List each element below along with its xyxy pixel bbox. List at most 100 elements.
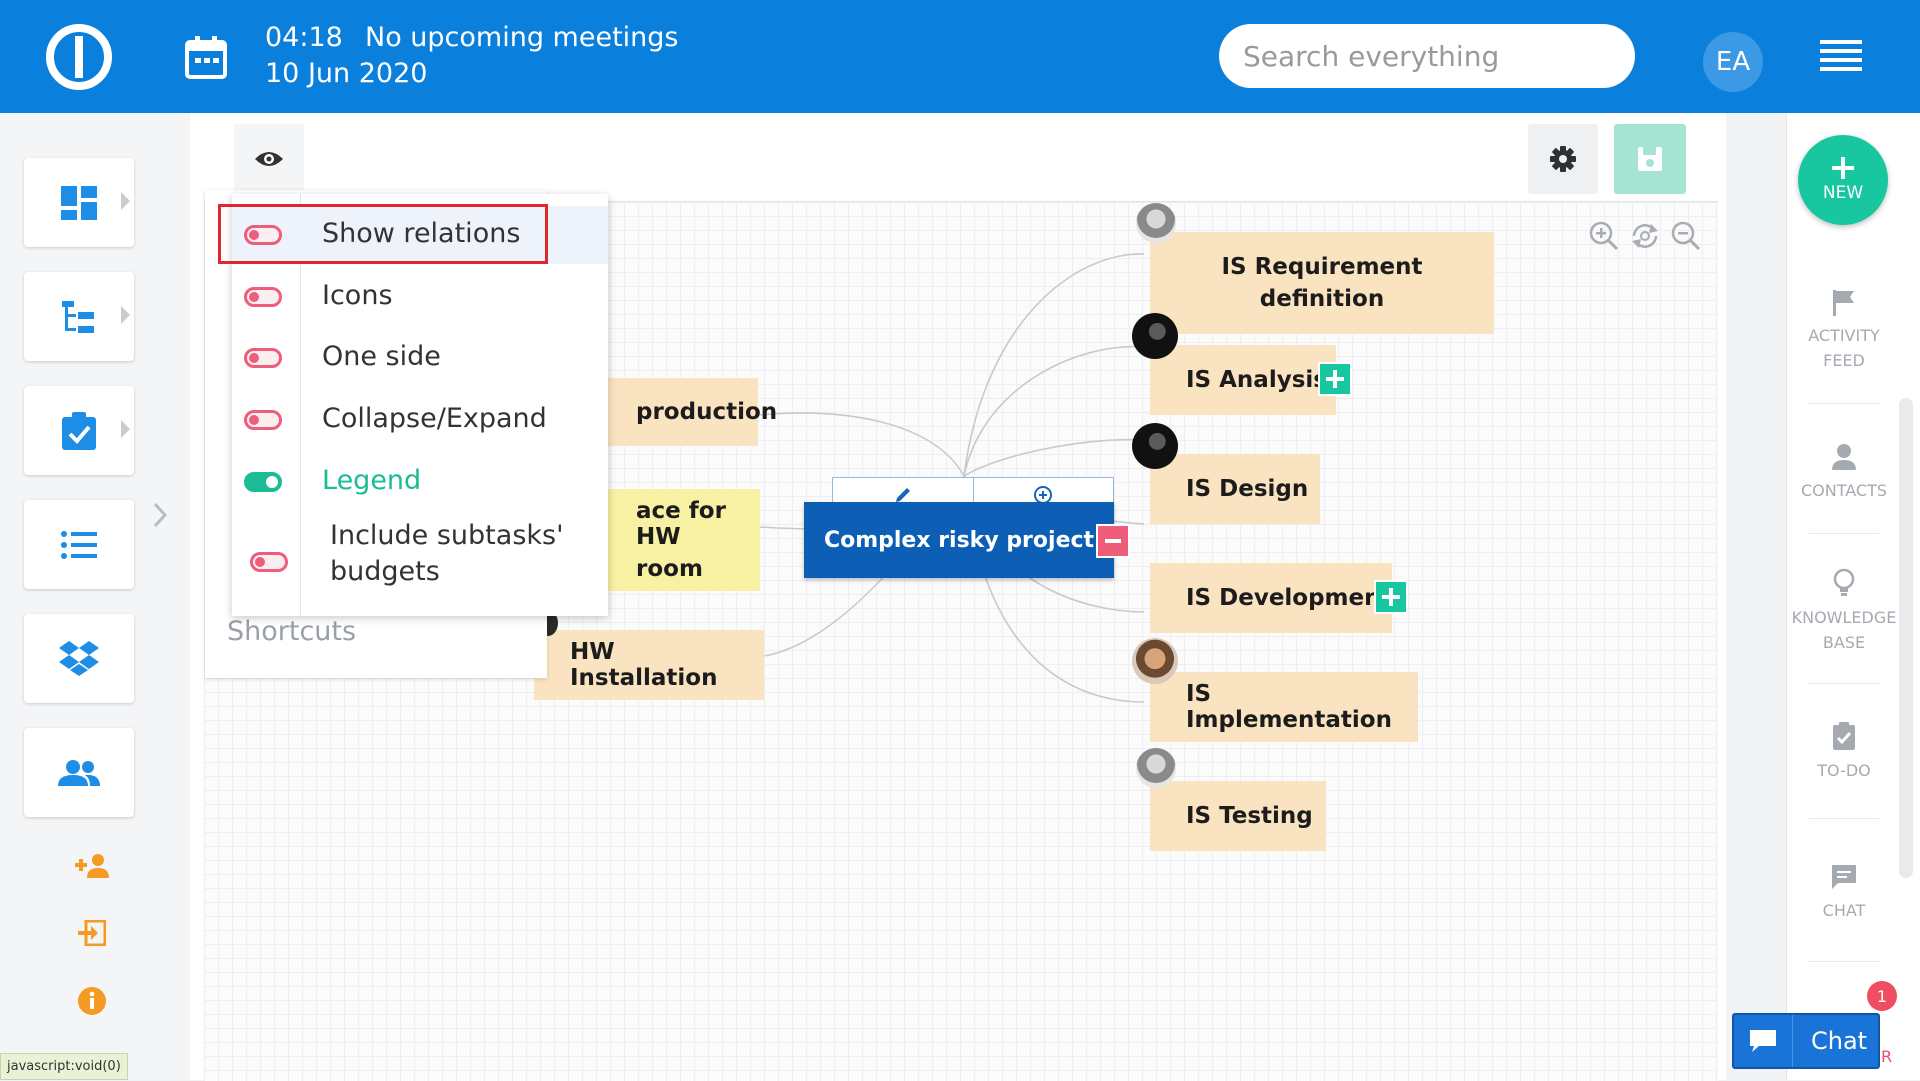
chat-widget-label: Chat [1811,1027,1868,1055]
option-icons[interactable]: Icons [232,268,608,326]
status-bar-text: javascript:void(0) [7,1059,121,1074]
user-avatar[interactable]: EA [1703,32,1763,92]
sidebar-list-button[interactable] [24,500,134,589]
option-legend[interactable]: Legend [232,453,608,511]
expand-is-development-button[interactable] [1374,580,1408,614]
knowledge-base-label-1: KNOWLEDGE [1791,608,1897,627]
option-label: One side [322,341,441,372]
hamburger-menu-icon[interactable] [1820,40,1862,72]
node-label: IS Implementation [1186,681,1392,733]
expand-is-analysis-button[interactable] [1318,362,1352,396]
settings-button[interactable] [1528,124,1598,194]
sidebar-scrollbar[interactable] [1899,398,1913,878]
todo-button[interactable]: TO-DO [1787,721,1901,783]
reset-zoom-icon[interactable] [1628,220,1662,257]
plus-icon [1832,157,1854,179]
new-button[interactable]: NEW [1798,135,1888,225]
contacts-button[interactable]: CONTACTS [1787,443,1901,503]
login-icon[interactable] [72,913,112,953]
node-label: IS Testing [1186,803,1313,829]
toggle-switch[interactable] [244,287,282,307]
shortcuts-label[interactable]: Shortcuts [227,616,356,647]
node-label: HW Installation [570,639,718,691]
eye-icon [255,152,283,166]
option-collapse-expand[interactable]: Collapse/Expand [232,391,608,449]
sidebar-hierarchy-button[interactable] [24,272,134,361]
add-user-icon[interactable] [72,846,112,886]
activity-feed-label-2: FEED [1823,351,1865,370]
mindmap-node-hw-installation[interactable]: HW Installation [534,630,764,700]
users-group-icon [58,759,100,786]
tree-structure-icon [62,300,94,333]
clipboard-check-icon [62,411,96,450]
mindmap-node-is-design[interactable]: IS Design [1150,454,1320,524]
chat-label: CHAT [1822,901,1866,920]
toggle-switch[interactable] [244,472,282,492]
search-input[interactable] [1219,24,1635,88]
mindmap-center-node[interactable]: Complex risky project [804,502,1114,578]
sidebar-tasks-button[interactable] [24,386,134,475]
knowledge-base-button[interactable]: KNOWLEDGE BASE [1787,568,1901,655]
sidebar-separator [1809,533,1879,534]
clock-time: 04:18 [265,22,343,53]
activity-feed-label-1: ACTIVITY [1808,326,1880,345]
mindmap-node-is-requirement[interactable]: IS Requirement definition [1150,232,1494,334]
upcoming-meetings[interactable]: No upcoming meetings [365,22,678,53]
knowledge-base-label-2: BASE [1822,633,1866,652]
chat-sidebar-button[interactable]: CHAT [1787,863,1901,923]
sidebar-separator [1809,961,1879,962]
highlight-box [218,204,548,264]
expand-sidebar-icon[interactable] [150,500,170,530]
gear-icon [1550,146,1576,172]
info-icon[interactable] [72,981,112,1021]
clipboard-check-icon [1833,722,1855,750]
view-options-button[interactable] [234,124,304,194]
option-label: Collapse/Expand [322,403,547,434]
assignee-avatar [1132,423,1178,469]
option-label-line2: budgets [330,556,440,587]
lightbulb-icon [1833,568,1855,596]
view-options-dropdown: Show relations Icons One side Collapse/E… [218,194,608,616]
activity-feed-button[interactable]: ACTIVITY FEED [1787,288,1901,373]
sidebar-dropbox-button[interactable] [24,614,134,703]
mindmap-node-is-implementation[interactable]: IS Implementation [1150,672,1418,742]
right-sidebar: NEW ACTIVITY FEED CONTACTS KNOWLEDGE BAS… [1786,113,1920,1080]
zoom-out-icon[interactable] [1670,220,1702,257]
option-include-subtasks-budgets[interactable]: Include subtasks' budgets [232,516,608,608]
sidebar-separator [1809,683,1879,684]
option-label: Icons [322,280,393,311]
node-label-line1: IS Requirement [1221,254,1423,280]
node-label: production [636,399,778,425]
chat-widget-button[interactable]: Chat [1732,1013,1880,1069]
toggle-switch[interactable] [250,552,288,572]
dropbox-icon [59,640,99,676]
sidebar-dashboard-button[interactable] [24,158,134,247]
node-label: IS Development [1186,585,1392,611]
node-label-line2: room [636,556,703,582]
zoom-in-icon[interactable] [1588,220,1620,257]
mindmap-node-is-testing[interactable]: IS Testing [1150,781,1326,851]
node-label: IS Design [1186,476,1309,502]
toggle-switch[interactable] [244,348,282,368]
power-logo-icon [46,24,112,90]
sidebar-users-button[interactable] [24,728,134,817]
app-logo[interactable] [44,22,114,92]
node-label: IS Analysis [1186,367,1327,393]
collapse-node-button[interactable] [1096,524,1130,558]
contacts-label: CONTACTS [1800,481,1888,500]
top-header: 04:18 No upcoming meetings 10 Jun 2020 E… [0,0,1920,113]
option-one-side[interactable]: One side [232,329,608,387]
mindmap-node-is-development[interactable]: IS Development [1150,563,1392,633]
assignee-avatar [1132,638,1178,684]
calendar-icon[interactable] [184,34,228,85]
sidebar-separator [1809,403,1879,404]
chat-bubble-icon [1750,1030,1776,1052]
save-button[interactable] [1614,124,1686,194]
person-icon [1832,444,1856,470]
minus-icon [1105,539,1121,543]
node-label-line1: ace for HW [636,498,726,550]
toggle-switch[interactable] [244,410,282,430]
mindmap-node-is-analysis[interactable]: IS Analysis [1150,345,1336,415]
new-button-label: NEW [1822,183,1864,203]
chat-widget-icon-area [1734,1015,1793,1067]
